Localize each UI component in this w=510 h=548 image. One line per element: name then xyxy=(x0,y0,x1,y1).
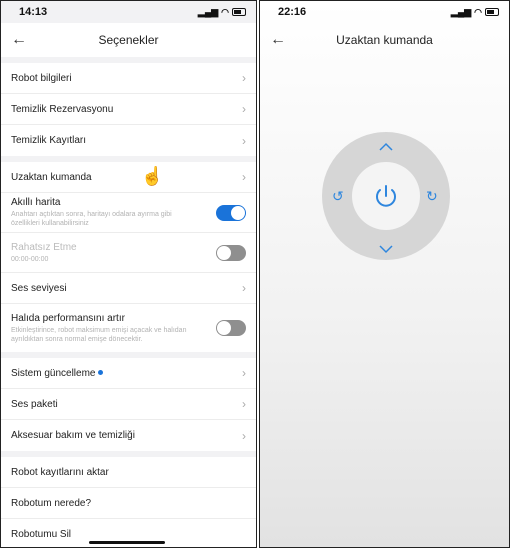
status-icons: ▂▄▆ ◠ xyxy=(451,7,499,18)
status-icons: ▂▄▆ ◠ xyxy=(198,7,246,18)
page-title: Seçenekler xyxy=(98,33,159,47)
menu-item-label: Robotum nerede? xyxy=(11,497,92,509)
remote-control-pad: ↺ ↻ xyxy=(322,132,450,260)
status-time: 22:16 xyxy=(278,6,307,18)
signal-icon: ▂▄▆ xyxy=(197,6,219,17)
smart-map-toggle[interactable] xyxy=(216,204,246,221)
menu-item-volume[interactable]: Ses seviyesi › xyxy=(1,273,256,304)
menu-item-label: Aksesuar bakım ve temizliği xyxy=(11,430,135,441)
menu-item-find-robot[interactable]: Robotum nerede? xyxy=(1,488,256,519)
back-arrow-icon[interactable]: ← xyxy=(270,31,286,49)
battery-icon xyxy=(485,8,499,16)
nav-bar: ← Uzaktan kumanda xyxy=(260,23,509,57)
carpet-boost-description: Etkinleştirince, robot maksimum emişi aç… xyxy=(11,326,187,343)
wifi-icon: ◠ xyxy=(474,6,482,17)
backward-button[interactable] xyxy=(378,242,394,256)
chevron-right-icon: › xyxy=(242,281,246,295)
power-button[interactable] xyxy=(372,182,400,212)
chevron-right-icon: › xyxy=(242,428,246,443)
smart-map-label: Akıllı harita xyxy=(11,197,61,208)
menu-item-label: Robot bilgileri xyxy=(11,72,72,84)
chevron-right-icon: › xyxy=(242,71,246,85)
smart-map-description: Anahtarı açtıktan sonra, haritayı odalar… xyxy=(11,211,172,227)
chevron-right-icon: › xyxy=(242,366,246,380)
menu-item-label: Robot kayıtlarını aktar xyxy=(11,466,109,478)
rotate-right-button[interactable]: ↻ xyxy=(426,189,438,203)
chevron-right-icon: › xyxy=(242,102,246,116)
options-screen: 14:13 ▂▄▆ ◠ ← Seçenekler Robot bilgileri… xyxy=(0,0,257,548)
page-title: Uzaktan kumanda xyxy=(336,33,433,47)
menu-item-remote-control[interactable]: Uzaktan kumanda › xyxy=(1,162,256,193)
menu-item-label: Sistem güncelleme xyxy=(11,368,104,379)
settings-group-system: Sistem güncelleme › Ses paketi › Aksesuar … xyxy=(1,358,256,451)
tap-hand-icon: ☝ xyxy=(141,166,164,186)
menu-item-cleaning-records[interactable]: Temizlik Kayıtları › xyxy=(1,125,256,156)
remote-control-screen: 22:16 ▂▄▆ ◠ ← Uzaktan kumanda ↺ ↻ xyxy=(259,0,510,548)
chevron-right-icon: › xyxy=(242,133,246,148)
menu-item-system-update[interactable]: Sistem güncelleme › xyxy=(1,358,256,389)
status-time: 14:13 xyxy=(19,6,48,18)
chevron-right-icon: › xyxy=(242,170,246,184)
settings-group-robot-actions: Robot kayıtlarını aktar Robotum nerede? … xyxy=(1,457,256,547)
menu-item-label: Temizlik Rezervasyonu xyxy=(11,103,114,115)
carpet-boost-label: Halıda performansını artır xyxy=(11,312,125,324)
smart-map-row: Akıllı harita Anahtarı açtıktan sonra, h… xyxy=(1,193,256,233)
menu-item-label: Ses seviyesi xyxy=(11,282,67,294)
status-bar: 22:16 ▂▄▆ ◠ xyxy=(260,1,509,23)
rotate-left-button[interactable]: ↺ xyxy=(332,189,344,203)
forward-button[interactable] xyxy=(378,140,394,154)
battery-icon xyxy=(232,8,246,16)
dnd-toggle[interactable] xyxy=(216,244,246,261)
settings-group-control: Uzaktan kumanda › Akıllı harita Anahtarı … xyxy=(1,162,256,352)
dnd-time: 00:00-00:00 xyxy=(11,255,49,263)
menu-item-label: Ses paketi xyxy=(11,398,58,410)
nav-bar: ← Seçenekler xyxy=(1,23,256,57)
chevron-right-icon: › xyxy=(242,397,246,411)
status-bar: 14:13 ▂▄▆ ◠ xyxy=(1,1,256,23)
menu-item-cleaning-schedule[interactable]: Temizlik Rezervasyonu › xyxy=(1,94,256,125)
carpet-boost-toggle[interactable] xyxy=(216,320,246,336)
menu-item-robot-info[interactable]: Robot bilgileri › xyxy=(1,63,256,94)
wifi-icon: ◠ xyxy=(221,6,229,17)
home-indicator xyxy=(89,541,165,544)
menu-item-accessory-care[interactable]: Aksesuar bakım ve temizliği › xyxy=(1,420,256,451)
menu-item-export-logs[interactable]: Robot kayıtlarını aktar xyxy=(1,457,256,488)
carpet-boost-row: Halıda performansını artır Etkinleştirin… xyxy=(1,304,256,352)
menu-item-label: Temizlik Kayıtları xyxy=(11,135,87,146)
back-arrow-icon[interactable]: ← xyxy=(11,31,27,49)
signal-icon: ▂▄▆ xyxy=(450,6,472,17)
dnd-label: Rahatsız Etme xyxy=(11,241,77,253)
update-dot-icon xyxy=(98,370,104,376)
menu-item-label: Uzaktan kumanda xyxy=(11,171,92,183)
menu-item-label: Robotumu Sil xyxy=(11,529,72,540)
settings-group-robot: Robot bilgileri › Temizlik Rezervasyonu › … xyxy=(1,63,256,156)
menu-item-voice-pack[interactable]: Ses paketi › xyxy=(1,389,256,420)
do-not-disturb-row: Rahatsız Etme 00:00-00:00 xyxy=(1,233,256,273)
